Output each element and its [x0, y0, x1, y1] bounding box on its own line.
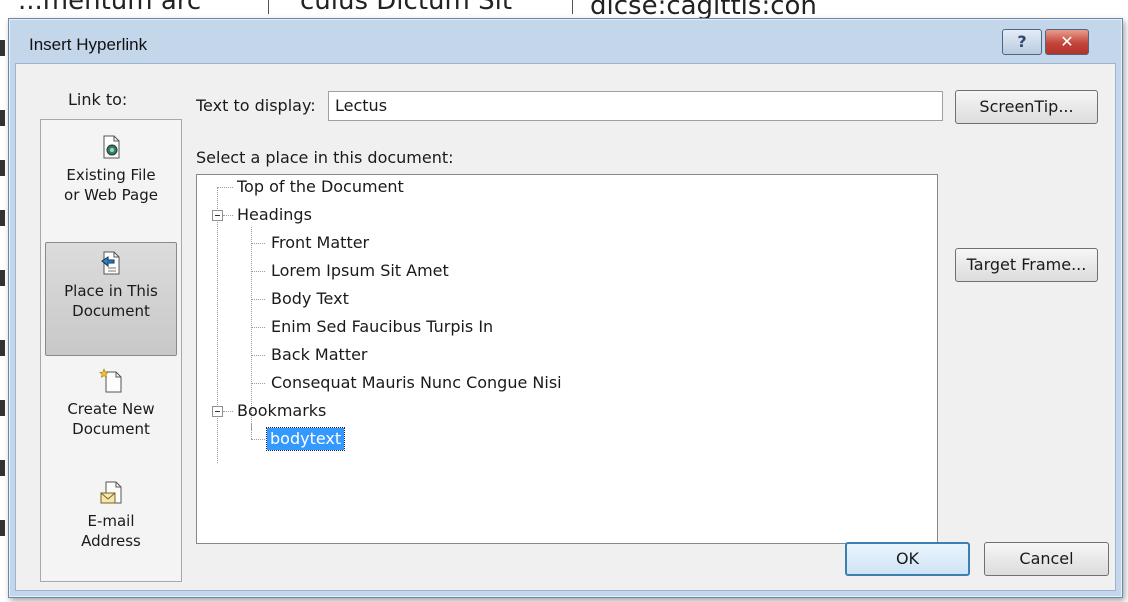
tree-item-heading[interactable]: Lorem Ipsum Sit Amet — [271, 260, 449, 282]
email-address-icon — [100, 481, 122, 504]
tree-item-heading[interactable]: Body Text — [271, 288, 349, 310]
tree-item-heading[interactable]: Front Matter — [271, 232, 369, 254]
background-text-2: culus Dictum Sit — [300, 0, 513, 16]
link-to-existing-file[interactable]: Existing File or Web Page — [45, 126, 177, 240]
tree-connector — [251, 327, 265, 328]
existing-file-icon — [103, 135, 120, 159]
link-to-bar: Existing File or Web Page Place in This … — [40, 119, 182, 582]
text-to-display-input[interactable]: Lectus — [328, 91, 943, 121]
tree-item-heading[interactable]: Back Matter — [271, 344, 368, 366]
tree-item-top-of-document[interactable]: Top of the Document — [237, 176, 404, 198]
link-to-place-label-1: Place in This — [64, 282, 158, 300]
close-button[interactable]: ✕ — [1045, 29, 1089, 55]
tree-connector — [223, 215, 233, 216]
tree-connector — [251, 299, 265, 300]
tree-item-heading[interactable]: Enim Sed Faucibus Turpis In — [271, 316, 493, 338]
tree-connector — [251, 383, 265, 384]
link-to-existing-file-label-1: Existing File — [66, 166, 156, 184]
target-frame-button[interactable]: Target Frame... — [955, 248, 1098, 282]
tree-connector — [251, 271, 265, 272]
tree-connector — [251, 439, 265, 440]
tree-connector — [251, 355, 265, 356]
tree-connector — [251, 243, 265, 244]
screentip-button[interactable]: ScreenTip... — [955, 90, 1098, 124]
text-to-display-label: Text to display: — [196, 96, 316, 115]
tree-item-bookmarks[interactable]: Bookmarks — [237, 400, 326, 422]
link-to-email-address[interactable]: E-mail Address — [45, 472, 177, 586]
dialog-title: Insert Hyperlink — [29, 35, 148, 54]
help-button[interactable]: ? — [1002, 29, 1042, 55]
cancel-button[interactable]: Cancel — [984, 542, 1109, 576]
link-to-place-label-2: Document — [72, 302, 150, 320]
tree-item-bookmark-selected[interactable]: bodytext — [265, 427, 346, 451]
tree-connector — [217, 187, 233, 188]
background-divider — [572, 0, 573, 14]
link-to-create-label-2: Document — [72, 420, 150, 438]
tree-item-heading[interactable]: Consequat Mauris Nunc Congue Nisi — [271, 372, 562, 394]
link-to-email-label-2: Address — [81, 532, 141, 550]
tree-item-headings[interactable]: Headings — [237, 204, 312, 226]
tree-connector — [223, 411, 233, 412]
link-to-email-label-1: E-mail — [87, 512, 135, 530]
ok-button[interactable]: OK — [845, 542, 970, 576]
create-new-document-icon — [99, 368, 122, 393]
link-to-existing-file-label-2: or Web Page — [64, 186, 158, 204]
link-to-create-new-document[interactable]: Create New Document — [45, 360, 177, 474]
insert-hyperlink-dialog: Insert Hyperlink ? ✕ Link to: Existing F… — [8, 18, 1123, 598]
document-places-tree[interactable]: Top of the Document Headings Front Matte… — [196, 174, 938, 544]
headings-collapse-toggle[interactable] — [212, 210, 223, 221]
link-to-create-label-1: Create New — [67, 400, 155, 418]
place-in-document-icon — [101, 251, 120, 275]
background-text-1: ...mentum arc — [18, 0, 202, 16]
tree-connector — [217, 187, 218, 463]
link-to-label: Link to: — [68, 90, 128, 109]
tree-connector — [251, 423, 252, 439]
link-to-place-in-document[interactable]: Place in This Document — [45, 242, 177, 356]
bookmarks-collapse-toggle[interactable] — [212, 406, 223, 417]
help-icon: ? — [1017, 32, 1027, 51]
close-icon: ✕ — [1060, 32, 1074, 51]
background-left-margin — [0, 20, 8, 600]
background-divider — [268, 0, 269, 14]
select-place-label: Select a place in this document: — [196, 148, 454, 167]
dialog-body: Link to: Existing File or Web Page Place… — [15, 63, 1116, 591]
